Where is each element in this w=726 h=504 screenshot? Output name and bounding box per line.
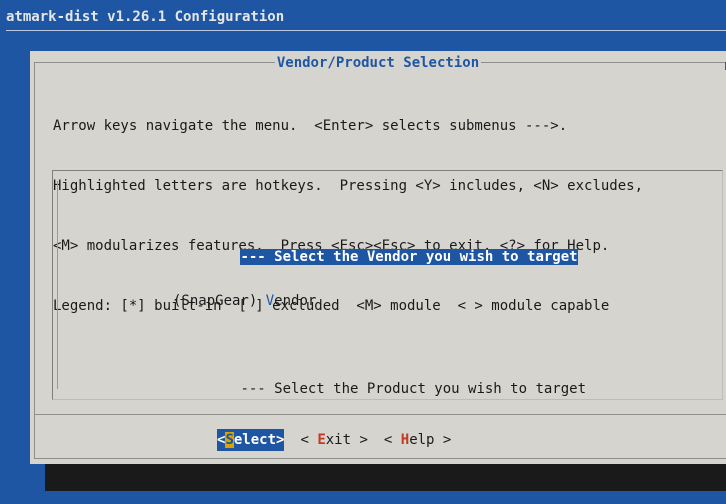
- menu-item-vendor-prefix: (SnapGear): [173, 293, 266, 309]
- dialog-title-text: Vendor/Product Selection: [274, 55, 482, 71]
- exit-button[interactable]: < Exit >: [300, 429, 367, 451]
- menu-item-label: --- Select the Vendor you wish to target: [240, 249, 578, 265]
- select-button-rest: elect>: [233, 432, 285, 448]
- select-button-hotkey: S: [225, 432, 234, 448]
- menu-list: --- Select the Vendor you wish to target…: [52, 170, 723, 400]
- help-line-1: Arrow keys navigate the menu. <Enter> se…: [53, 118, 568, 134]
- exit-button-open: <: [300, 432, 318, 448]
- menu-item-vendor-rest: endor: [274, 293, 317, 309]
- select-button[interactable]: <Select>: [217, 429, 285, 451]
- menu-item-vendor[interactable]: (SnapGear) Vendor: [173, 290, 586, 312]
- menu-item-select-product[interactable]: --- Select the Product you wish to targe…: [173, 356, 586, 397]
- help-button-rest: elp >: [409, 432, 452, 448]
- menu-scroll-track: [57, 181, 58, 389]
- help-button-hotkey: H: [400, 432, 410, 448]
- help-button-open: <: [383, 432, 401, 448]
- menu-item-vendor-hotkey: V: [265, 293, 275, 309]
- help-button[interactable]: < Help >: [384, 429, 451, 451]
- exit-button-rest: xit >: [325, 432, 368, 448]
- exit-button-hotkey: E: [317, 432, 326, 448]
- dialog-bottom-edge: [34, 458, 726, 459]
- menu-item-select-vendor[interactable]: --- Select the Vendor you wish to target: [173, 224, 586, 265]
- menu-item-label: --- Select the Product you wish to targe…: [240, 381, 587, 397]
- button-separator: [34, 414, 726, 415]
- title-underline: [6, 30, 726, 31]
- dialog-title: Vendor/Product Selection: [30, 55, 726, 71]
- button-bar: <Select> < Exit > < Help >: [217, 429, 467, 451]
- dialog: Vendor/Product Selection Arrow keys navi…: [30, 51, 726, 464]
- window-title: atmark-dist v1.26.1 Configuration: [6, 9, 285, 25]
